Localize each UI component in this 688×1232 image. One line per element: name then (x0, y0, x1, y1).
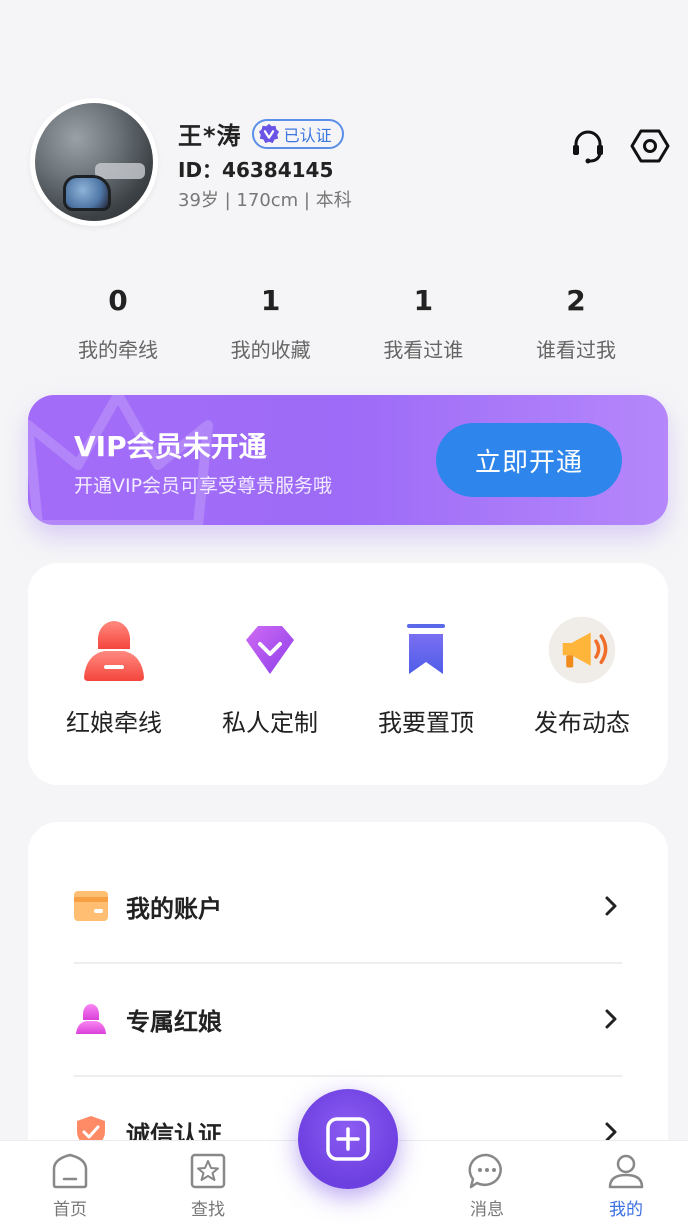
feature-matchmaker[interactable]: 红娘牵线 (36, 563, 192, 785)
feature-pin-top[interactable]: 我要置顶 (348, 563, 504, 785)
menu-label: 我的账户 (126, 894, 222, 923)
tab-label: 消息 (470, 1200, 504, 1220)
avatar-photo (35, 103, 153, 221)
tab-label: 我的 (609, 1200, 643, 1220)
verified-label: 已认证 (283, 125, 332, 145)
vip-title: VIP会员未开通 (74, 430, 267, 463)
chat-icon (467, 1151, 507, 1191)
plus-square-icon (326, 1117, 370, 1161)
top-icons (568, 126, 670, 166)
stat-i-viewed[interactable]: 1 我看过谁 (347, 284, 499, 363)
profile-header: 王*涛 已认证 ID：46384145 39岁 | 170cm | 本科 (30, 98, 670, 228)
verified-badge: 已认证 (251, 118, 344, 149)
menu-item-matchmaker[interactable]: 专属红娘 (74, 989, 622, 1049)
user-icon (606, 1151, 646, 1191)
user-id: ID：46384145 (178, 158, 334, 182)
headset-icon[interactable] (568, 126, 608, 166)
stat-my-matches[interactable]: 0 我的牵线 (42, 284, 194, 363)
tab-label: 查找 (191, 1200, 225, 1220)
stat-value: 1 (413, 284, 434, 317)
tab-me[interactable]: 我的 (586, 1151, 666, 1220)
home-icon (50, 1151, 90, 1191)
tab-messages[interactable]: 消息 (447, 1151, 527, 1220)
stats-row: 0 我的牵线 1 我的收藏 1 我看过谁 2 谁看过我 (42, 284, 652, 363)
feature-label: 我要置顶 (378, 709, 474, 737)
feature-label: 红娘牵线 (66, 709, 162, 737)
star-search-icon (188, 1151, 228, 1191)
stat-value: 0 (108, 284, 128, 317)
menu-divider (74, 1075, 622, 1077)
chevron-right-icon (605, 896, 617, 916)
user-name: 王*涛 (178, 122, 242, 150)
wallet-icon (74, 889, 108, 923)
tab-label: 首页 (53, 1200, 87, 1220)
avatar[interactable] (30, 98, 158, 226)
bookmark-icon (391, 615, 461, 685)
stat-value: 2 (566, 284, 586, 317)
feature-label: 发布动态 (534, 709, 630, 737)
stat-label: 我看过谁 (383, 338, 464, 362)
stat-viewed-me[interactable]: 2 谁看过我 (500, 284, 652, 363)
user-info: 39岁 | 170cm | 本科 (178, 190, 352, 211)
vip-activate-button[interactable]: 立即开通 (436, 423, 622, 497)
tab-search[interactable]: 查找 (168, 1151, 248, 1220)
stat-label: 我的牵线 (78, 338, 158, 362)
stat-label: 谁看过我 (535, 338, 616, 362)
person-icon (74, 1002, 108, 1036)
feature-private-custom[interactable]: 私人定制 (192, 563, 348, 785)
menu-divider (74, 962, 622, 964)
menu-item-account[interactable]: 我的账户 (74, 876, 622, 936)
chevron-right-icon (605, 1009, 617, 1029)
menu-label: 专属红娘 (126, 1007, 222, 1036)
diamond-icon (235, 615, 305, 685)
megaphone-icon (547, 615, 617, 685)
verified-v-icon (258, 123, 279, 143)
stat-value: 1 (260, 284, 281, 317)
name-row: 王*涛 已认证 (178, 116, 344, 151)
stat-my-favorites[interactable]: 1 我的收藏 (195, 284, 347, 363)
vip-banner[interactable]: VIP会员未开通 开通VIP会员可享受尊贵服务哦 立即开通 (28, 395, 668, 525)
settings-hexagon-icon[interactable] (630, 126, 670, 166)
tab-home[interactable]: 首页 (30, 1151, 110, 1220)
features-card: 红娘牵线 私人定制 我要置顶 发布动态 (28, 563, 668, 785)
feature-label: 私人定制 (222, 709, 318, 737)
matchmaker-icon (79, 615, 149, 685)
feature-post-update[interactable]: 发布动态 (504, 563, 660, 785)
vip-subtitle: 开通VIP会员可享受尊贵服务哦 (74, 475, 333, 497)
stat-label: 我的收藏 (230, 338, 311, 362)
create-post-fab[interactable] (298, 1089, 398, 1189)
